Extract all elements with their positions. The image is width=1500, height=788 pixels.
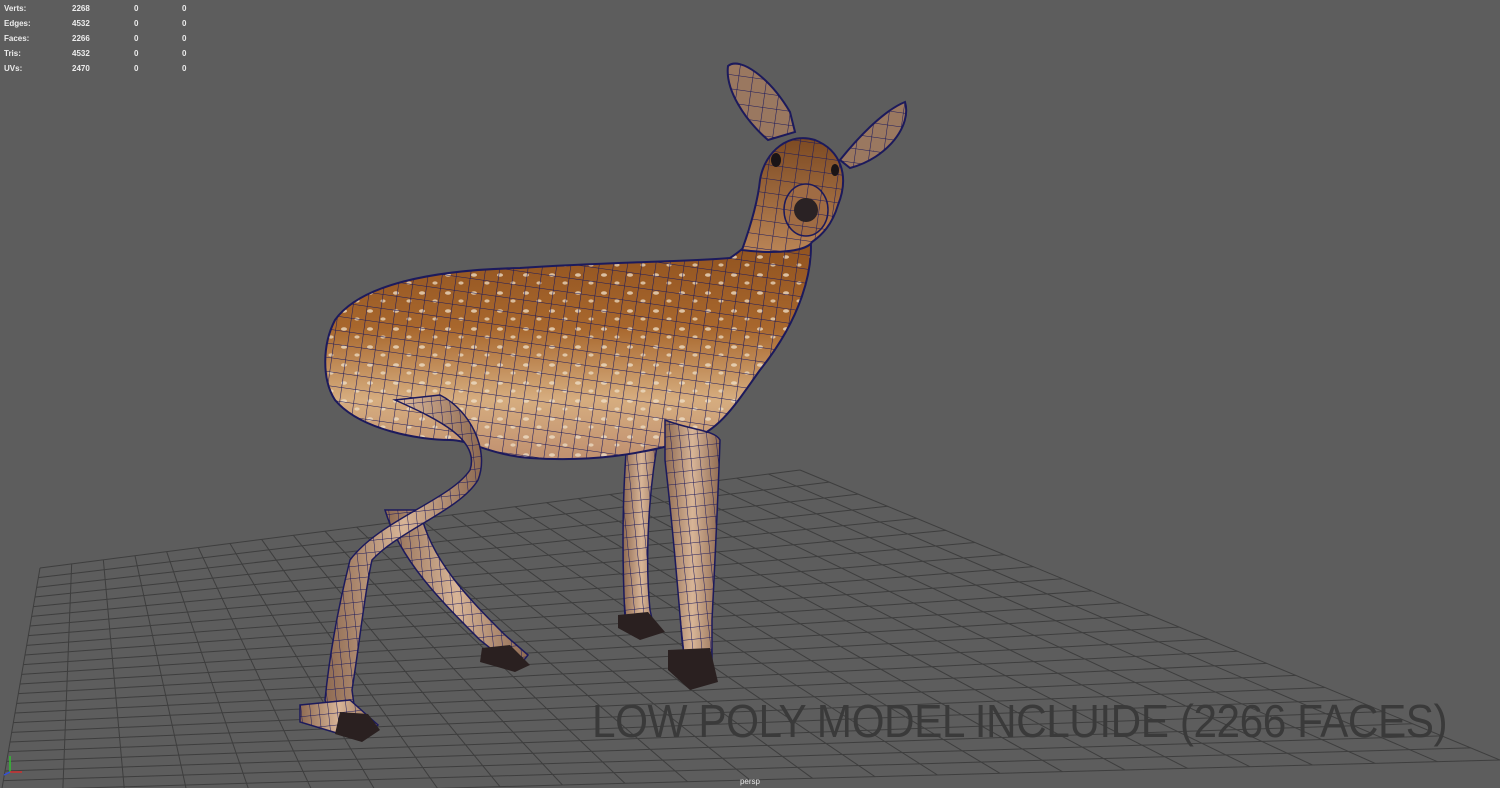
deer-model[interactable] bbox=[0, 0, 1500, 788]
hud-row: Tris: 4532 0 0 bbox=[4, 46, 194, 61]
hud-sel: 0 bbox=[134, 64, 139, 73]
hud-row: UVs: 2470 0 0 bbox=[4, 61, 194, 76]
deer-far-front-leg bbox=[618, 429, 665, 640]
hud-sel: 0 bbox=[134, 49, 139, 58]
hud-row: Faces: 2266 0 0 bbox=[4, 31, 194, 46]
hud-total: 2470 bbox=[72, 64, 90, 73]
hud-total: 2268 bbox=[72, 4, 90, 13]
hud-label: Verts: bbox=[4, 4, 27, 13]
hud-uv: 0 bbox=[182, 49, 187, 58]
poly-count-hud: Verts: 2268 0 0 Edges: 4532 0 0 Faces: 2266 0 0 Tris… bbox=[4, 1, 194, 76]
hud-uv: 0 bbox=[182, 34, 187, 43]
hud-sel: 0 bbox=[134, 4, 139, 13]
camera-label: persp bbox=[739, 777, 760, 786]
hud-label: Tris: bbox=[4, 49, 21, 58]
hud-sel: 0 bbox=[134, 34, 139, 43]
hud-uv: 0 bbox=[182, 4, 187, 13]
axis-gizmo-icon bbox=[3, 756, 22, 776]
hud-total: 4532 bbox=[72, 19, 90, 28]
3d-viewport[interactable]: Verts: 2268 0 0 Edges: 4532 0 0 Faces: 2266 0 0 Tris… bbox=[0, 0, 1500, 788]
hud-row: Edges: 4532 0 0 bbox=[4, 16, 194, 31]
deer-body bbox=[324, 218, 812, 461]
hud-uv: 0 bbox=[182, 19, 187, 28]
deer-near-front-leg bbox=[664, 418, 721, 690]
watermark-text: LOW POLY MODEL INCLUIDE (2266 FACES) bbox=[592, 695, 1448, 747]
deer-head bbox=[740, 137, 845, 253]
hud-label: Faces: bbox=[4, 34, 30, 43]
hud-label: Edges: bbox=[4, 19, 31, 28]
hud-row: Verts: 2268 0 0 bbox=[4, 1, 194, 16]
deer-right-ear bbox=[838, 100, 908, 170]
deer-left-ear bbox=[726, 62, 797, 142]
hud-uv: 0 bbox=[182, 64, 187, 73]
hud-label: UVs: bbox=[4, 64, 23, 73]
hud-total: 4532 bbox=[72, 49, 90, 58]
hud-sel: 0 bbox=[134, 19, 139, 28]
deer-far-hind-leg bbox=[383, 509, 530, 672]
deer-near-hind-leg bbox=[299, 394, 483, 742]
hud-total: 2266 bbox=[72, 34, 90, 43]
